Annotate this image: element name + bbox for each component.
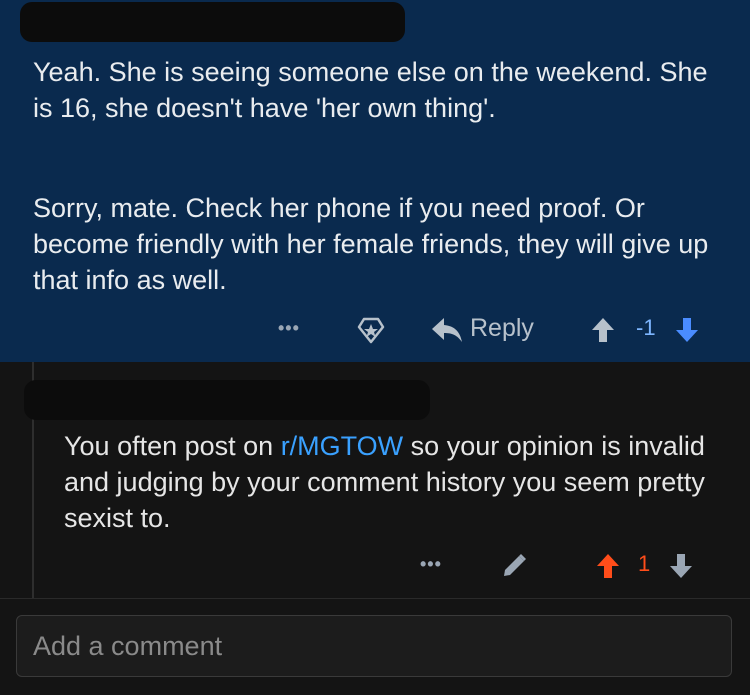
reply-arrow-icon[interactable] bbox=[430, 316, 464, 349]
comment-actions: ••• Reply -1 bbox=[0, 312, 750, 348]
vote-score: 1 bbox=[638, 551, 651, 576]
subreddit-link[interactable]: r/MGTOW bbox=[281, 431, 403, 461]
upvote-arrow-icon[interactable] bbox=[590, 316, 616, 349]
vote-score: -1 bbox=[636, 315, 656, 340]
comment-reply-actions: ••• 1 bbox=[0, 548, 750, 584]
redacted-username bbox=[20, 2, 405, 42]
upvote-arrow-icon[interactable] bbox=[595, 552, 621, 585]
more-options-button[interactable]: ••• bbox=[420, 554, 442, 575]
comment-input-box[interactable] bbox=[16, 615, 732, 677]
more-options-button[interactable]: ••• bbox=[278, 318, 300, 339]
redacted-username bbox=[24, 380, 430, 420]
comment-highlighted: Yeah. She is seeing someone else on the … bbox=[0, 0, 750, 362]
downvote-arrow-icon[interactable] bbox=[674, 316, 700, 349]
star-badge-icon[interactable] bbox=[356, 315, 386, 350]
comment-body: You often post on r/MGTOW so your opinio… bbox=[64, 428, 724, 536]
pencil-icon[interactable] bbox=[500, 552, 528, 585]
comment-composer bbox=[0, 598, 750, 695]
comment-text-before: You often post on bbox=[64, 431, 281, 461]
add-comment-input[interactable] bbox=[17, 616, 731, 676]
comment-paragraph-2: Sorry, mate. Check her phone if you need… bbox=[33, 193, 709, 295]
downvote-arrow-icon[interactable] bbox=[668, 552, 694, 585]
reply-button[interactable]: Reply bbox=[470, 314, 534, 343]
comment-paragraph-1: Yeah. She is seeing someone else on the … bbox=[33, 57, 708, 123]
